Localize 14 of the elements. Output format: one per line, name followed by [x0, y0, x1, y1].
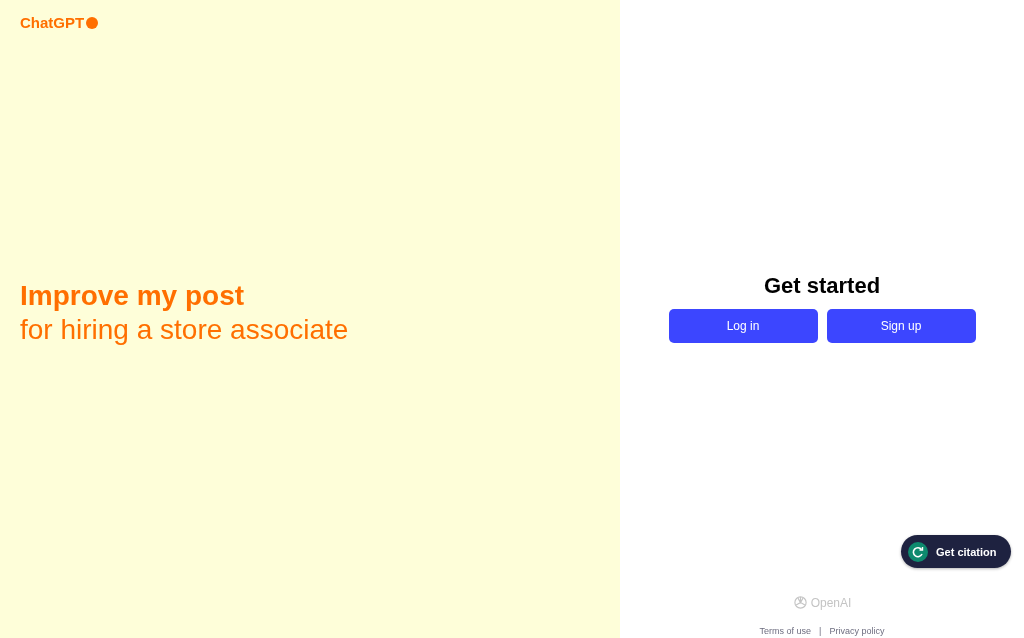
openai-logo-icon	[792, 595, 808, 610]
terms-link[interactable]: Terms of use	[759, 626, 812, 636]
separator: |	[819, 626, 822, 636]
citation-button[interactable]: Get citation	[901, 535, 1011, 568]
dot-icon	[86, 16, 99, 29]
brand-logo: ChatGPT	[20, 14, 85, 31]
refresh-icon	[908, 541, 928, 562]
signup-button[interactable]: Sign up	[826, 308, 976, 343]
auth-title: Get started	[763, 272, 881, 299]
subline: for hiring a store associate	[20, 312, 350, 347]
privacy-link[interactable]: Privacy policy	[829, 626, 885, 636]
headline: Improve my post	[20, 278, 246, 313]
login-button[interactable]: Log in	[668, 308, 818, 343]
company-name: OpenAI	[810, 595, 852, 610]
